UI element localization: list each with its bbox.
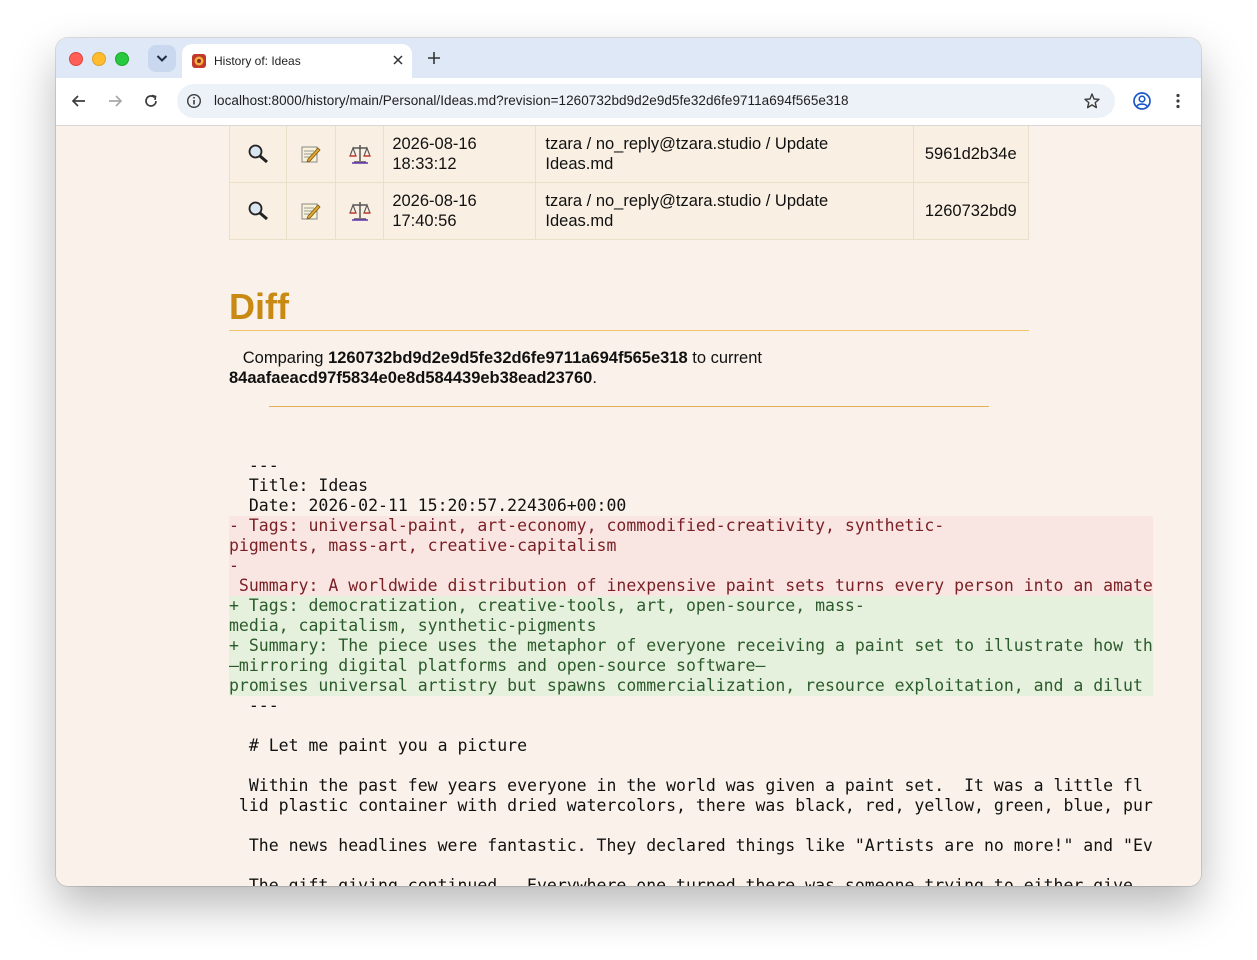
magnifier-icon[interactable] — [247, 200, 269, 222]
edit-cell[interactable] — [285, 182, 337, 240]
diff-heading: Diff — [229, 286, 1029, 331]
date-text: 2026-08-16 — [392, 135, 477, 153]
comparing-text: Comparing 1260732bd9d2e9d5fe32d6fe9711a6… — [229, 348, 1029, 388]
diff-context-line: Within the past few years everyone in th… — [229, 776, 1143, 795]
site-info-icon[interactable] — [186, 93, 202, 109]
page-content: 2026-08-16 18:33:12 tzara / no_reply@tzar… — [56, 126, 1201, 886]
diff-context-line: The gift giving continued. Everywhere on… — [229, 876, 1133, 886]
browser-window: History of: Ideas localhost:8000/history… — [56, 38, 1201, 886]
reload-icon[interactable] — [142, 92, 160, 110]
comparing-prefix: Comparing — [242, 349, 329, 367]
diff-removed-line: Summary: A worldwide distribution of ine… — [229, 576, 1153, 596]
message-line-2: Ideas.md — [545, 155, 614, 173]
new-tab-icon[interactable] — [426, 50, 442, 66]
time-text: 18:33:12 — [392, 155, 457, 173]
diff-context-line — [229, 716, 1153, 736]
diff-added-line: + Tags: democratization, creative-tools,… — [229, 596, 1153, 616]
maximize-window-button[interactable] — [115, 52, 129, 66]
to-revision: 84aafaeacd97f5834e0e8d584439eb38ead23760 — [229, 369, 593, 387]
tab-search-button[interactable] — [148, 45, 176, 72]
time-text: 17:40:56 — [392, 212, 457, 230]
diff-context-line: Title: Ideas — [229, 476, 369, 495]
magnifier-icon[interactable] — [247, 143, 269, 165]
diff-added-line: media, capitalism, synthetic-pigments — [229, 616, 1153, 636]
edit-note-icon[interactable] — [300, 144, 322, 164]
edit-cell[interactable] — [285, 126, 337, 183]
revision-hash[interactable]: 1260732bd9 — [925, 202, 1017, 220]
diff-removed-line: - Tags: universal-paint, art-economy, co… — [229, 516, 1153, 536]
favicon-icon — [192, 54, 206, 68]
bookmark-star-icon[interactable] — [1083, 92, 1101, 110]
message-cell: tzara / no_reply@tzara.studio / Update Id… — [535, 126, 914, 183]
diff-added-line: + Summary: The piece uses the metaphor o… — [229, 636, 1153, 656]
browser-toolbar: localhost:8000/history/main/Personal/Ide… — [56, 78, 1201, 126]
date-cell: 2026-08-16 17:40:56 — [383, 182, 537, 240]
diff-removed-line: - — [229, 556, 1153, 576]
message-line-2: Ideas.md — [545, 212, 614, 230]
chevron-down-icon — [156, 55, 168, 62]
history-table: 2026-08-16 18:33:12 tzara / no_reply@tzar… — [229, 126, 1029, 240]
message-cell: tzara / no_reply@tzara.studio / Update Id… — [535, 182, 914, 240]
edit-note-icon[interactable] — [300, 201, 322, 221]
divider — [269, 406, 989, 407]
minimize-window-button[interactable] — [92, 52, 106, 66]
revision-hash-cell[interactable]: 1260732bd9 — [912, 182, 1029, 240]
back-arrow-icon[interactable] — [70, 92, 88, 110]
tab-title: History of: Ideas — [214, 54, 301, 68]
message-line-1: tzara / no_reply@tzara.studio / Update — [545, 135, 829, 153]
forward-arrow-icon[interactable] — [106, 92, 124, 110]
diff-context-line: --- — [229, 696, 279, 715]
revision-hash[interactable]: 5961d2b34e — [925, 145, 1017, 163]
diff-context-line — [229, 856, 1153, 876]
more-menu-icon[interactable] — [1169, 92, 1187, 110]
scales-compare-icon[interactable] — [348, 200, 372, 222]
address-bar[interactable]: localhost:8000/history/main/Personal/Ide… — [177, 84, 1115, 118]
active-tab[interactable]: History of: Ideas — [182, 44, 412, 78]
date-cell: 2026-08-16 18:33:12 — [383, 126, 537, 183]
message-line-1: tzara / no_reply@tzara.studio / Update — [545, 192, 829, 210]
diff-context-line: The news headlines were fantastic. They … — [229, 836, 1153, 855]
scales-compare-icon[interactable] — [348, 143, 372, 165]
close-tab-icon[interactable] — [392, 54, 404, 66]
diff-context-line — [229, 756, 1153, 776]
profile-icon[interactable] — [1132, 91, 1152, 111]
diff-context-line — [229, 816, 1153, 836]
diff-context-line: lid plastic container with dried waterco… — [229, 796, 1153, 815]
url-text[interactable]: localhost:8000/history/main/Personal/Ide… — [214, 93, 849, 108]
tab-strip: History of: Ideas — [56, 38, 1201, 78]
compare-cell[interactable] — [335, 182, 385, 240]
diff-context-line: Date: 2026-02-11 15:20:57.224306+00:00 — [229, 496, 627, 515]
diff-added-line: promises universal artistry but spawns c… — [229, 676, 1153, 696]
diff-removed-line: pigments, mass-art, creative-capitalism — [229, 536, 1153, 556]
revision-hash-cell[interactable]: 5961d2b34e — [912, 126, 1029, 183]
table-row: 2026-08-16 18:33:12 tzara / no_reply@tzar… — [229, 126, 1029, 183]
view-cell[interactable] — [229, 126, 287, 183]
diff-added-line: —mirroring digital platforms and open-so… — [229, 656, 1153, 676]
date-text: 2026-08-16 — [392, 192, 477, 210]
diff-context-line: --- — [229, 456, 279, 475]
view-cell[interactable] — [229, 182, 287, 240]
close-window-button[interactable] — [69, 52, 83, 66]
comparing-to-text: to current — [687, 349, 762, 367]
comparing-period: . — [592, 369, 597, 387]
from-revision: 1260732bd9d2e9d5fe32d6fe9711a694f565e318 — [328, 349, 688, 367]
table-row: 2026-08-16 17:40:56 tzara / no_reply@tzar… — [229, 182, 1029, 240]
compare-cell[interactable] — [335, 126, 385, 183]
diff-context-line: # Let me paint you a picture — [229, 736, 528, 755]
diff-output: --- Title: Ideas Date: 2026-02-11 15:20:… — [229, 456, 1153, 886]
